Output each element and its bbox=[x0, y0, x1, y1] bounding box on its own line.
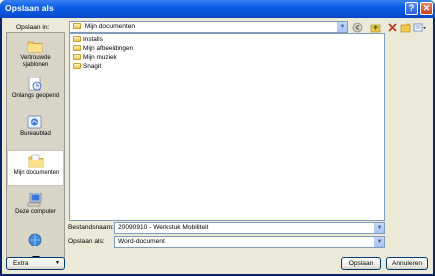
title-bar[interactable]: Opslaan als ? ✕ bbox=[0, 0, 435, 18]
new-folder-icon[interactable] bbox=[400, 22, 411, 33]
my-documents-folder-icon bbox=[28, 154, 44, 168]
list-item[interactable]: Mijn afbeeldingen bbox=[73, 45, 133, 53]
places-bar: Vertrouwde sjablonen Onlangs geopend Bur… bbox=[6, 32, 65, 266]
place-my-computer[interactable]: Deze computer bbox=[7, 190, 64, 226]
place-label: Bureaublad bbox=[20, 131, 51, 137]
save-in-combo[interactable]: Mijn documenten ▼ bbox=[69, 21, 348, 33]
filetype-label: Opslaan als: bbox=[68, 238, 105, 245]
close-button[interactable]: ✕ bbox=[420, 2, 433, 15]
up-folder-icon[interactable] bbox=[370, 22, 381, 33]
pictures-folder-icon bbox=[73, 45, 81, 51]
place-label: Onlangs geopend bbox=[11, 93, 60, 99]
folder-icon bbox=[27, 39, 43, 53]
back-icon[interactable] bbox=[352, 22, 363, 33]
place-desktop[interactable]: Bureaublad bbox=[7, 112, 64, 148]
chevron-down-icon: ▼ bbox=[55, 260, 60, 266]
filetype-value: Word-document bbox=[118, 238, 165, 245]
place-label: Deze computer bbox=[15, 209, 56, 215]
cancel-button[interactable]: Annuleren bbox=[386, 257, 428, 270]
dialog-body: Opslaan in: Mijn documenten ▼ Vertrouwde… bbox=[2, 18, 433, 274]
filename-label: Bestandsnaam: bbox=[68, 224, 114, 231]
window-title: Opslaan als bbox=[5, 3, 54, 13]
place-recent[interactable]: Onlangs geopend bbox=[7, 74, 64, 110]
place-label: Mijn documenten bbox=[13, 170, 60, 176]
place-label: Vertrouwde sjablonen bbox=[20, 55, 51, 68]
filetype-select[interactable]: Word-document ▼ bbox=[114, 236, 385, 248]
desktop-icon bbox=[27, 115, 43, 129]
folder-icon bbox=[73, 23, 81, 29]
extra-label: Extra bbox=[13, 260, 29, 267]
chevron-down-icon[interactable]: ▼ bbox=[374, 223, 384, 233]
delete-icon[interactable] bbox=[387, 22, 398, 33]
chevron-down-icon[interactable]: ▼ bbox=[337, 22, 347, 32]
list-item[interactable]: Mijn muziek bbox=[73, 54, 117, 62]
place-trusted-templates[interactable]: Vertrouwde sjablonen bbox=[7, 36, 64, 72]
file-list[interactable]: Installs Mijn afbeeldingen Mijn muziek S… bbox=[69, 33, 385, 221]
chevron-down-icon[interactable]: ▼ bbox=[374, 237, 384, 247]
place-my-documents[interactable]: Mijn documenten bbox=[7, 150, 64, 186]
views-icon[interactable] bbox=[413, 22, 427, 33]
extra-button[interactable]: Extra ▼ bbox=[6, 257, 65, 270]
recent-documents-icon bbox=[27, 76, 43, 91]
filename-value: 20090910 - Werkstuk Mobiliteit bbox=[118, 224, 209, 231]
help-button[interactable]: ? bbox=[405, 2, 418, 15]
save-in-value: Mijn documenten bbox=[84, 23, 136, 30]
folder-icon bbox=[73, 36, 81, 42]
network-icon[interactable] bbox=[27, 232, 43, 247]
list-item[interactable]: Snagit bbox=[73, 63, 101, 71]
save-in-label: Opslaan in: bbox=[16, 24, 50, 31]
list-item[interactable]: Installs bbox=[73, 36, 103, 44]
filename-field[interactable]: 20090910 - Werkstuk Mobiliteit ▼ bbox=[114, 222, 385, 234]
computer-icon bbox=[27, 192, 43, 207]
save-as-dialog: Opslaan als ? ✕ Opslaan in: Mijn documen… bbox=[0, 0, 435, 276]
save-button[interactable]: Opslaan bbox=[341, 257, 381, 270]
music-folder-icon bbox=[73, 54, 81, 60]
folder-icon bbox=[73, 63, 81, 69]
